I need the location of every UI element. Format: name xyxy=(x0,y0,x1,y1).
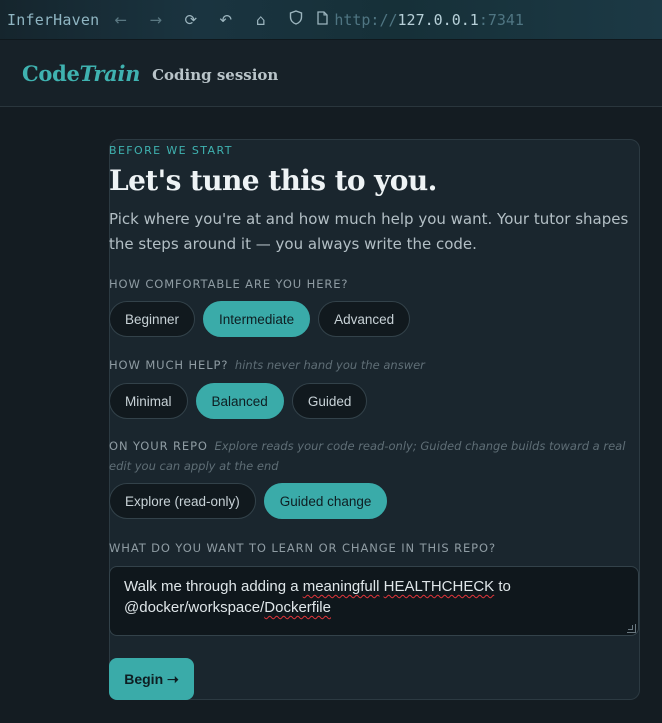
spellcheck-word: Dockerfile xyxy=(264,599,331,616)
intro-text: Pick where you're at and how much help y… xyxy=(109,210,629,253)
url-port: :7341 xyxy=(478,10,524,29)
comfort-label: HOW COMFORTABLE ARE YOU HERE? xyxy=(109,277,349,291)
page-icon xyxy=(317,10,328,29)
browser-toolbar: InferHaven ← → ⟳ ↶ ⌂ http://127.0.0.1:73… xyxy=(0,0,662,40)
url-host: 127.0.0.1 xyxy=(397,10,479,29)
comfort-options: Beginner Intermediate Advanced xyxy=(109,301,411,337)
option-balanced[interactable]: Balanced xyxy=(195,383,284,419)
spellcheck-word: HEALTHCHECK xyxy=(383,578,495,595)
eyebrow: BEFORE WE START xyxy=(109,144,233,157)
app-header: CodeTrain Coding session xyxy=(0,40,662,107)
help-options: Minimal Balanced Guided xyxy=(109,383,368,419)
option-minimal[interactable]: Minimal xyxy=(109,383,188,419)
browser-brand: InferHaven xyxy=(7,10,100,29)
logo-train: Train xyxy=(79,60,141,86)
undo-icon[interactable]: ↶ xyxy=(208,11,243,29)
option-beginner[interactable]: Beginner xyxy=(109,301,196,337)
goal-label: WHAT DO YOU WANT TO LEARN OR CHANGE IN T… xyxy=(109,541,496,555)
repo-label-text: ON YOUR REPO xyxy=(109,439,208,453)
option-guided[interactable]: Guided xyxy=(291,383,368,419)
codetrain-logo[interactable]: CodeTrain xyxy=(22,61,140,86)
begin-button[interactable]: Begin ➝ xyxy=(109,658,194,700)
option-explore[interactable]: Explore (read-only) xyxy=(109,483,256,519)
home-icon[interactable]: ⌂ xyxy=(243,11,278,29)
session-title: Coding session xyxy=(152,65,279,84)
reload-icon[interactable]: ⟳ xyxy=(173,11,208,29)
help-label-text: HOW MUCH HELP? xyxy=(109,358,229,372)
option-advanced[interactable]: Advanced xyxy=(318,301,411,337)
goal-text: Walk me through adding a meaningfull HEA… xyxy=(124,578,511,616)
repo-label: ON YOUR REPO Explore reads your code rea… xyxy=(109,436,637,476)
url-protocol: http:// xyxy=(334,10,398,29)
resize-handle[interactable] xyxy=(627,624,636,633)
shield-icon[interactable] xyxy=(278,10,313,29)
help-label: HOW MUCH HELP? hints never hand you the … xyxy=(109,358,425,372)
forward-icon[interactable]: → xyxy=(138,11,173,29)
repo-options: Explore (read-only) Guided change xyxy=(109,483,388,519)
help-hint: hints never hand you the answer xyxy=(234,358,425,372)
logo-code: Code xyxy=(22,60,80,86)
address-bar[interactable]: http://127.0.0.1:7341 xyxy=(317,11,524,29)
option-guided-change[interactable]: Guided change xyxy=(263,483,388,519)
goal-textarea[interactable]: Walk me through adding a meaningfull HEA… xyxy=(109,566,639,636)
back-icon[interactable]: ← xyxy=(103,11,138,29)
page-title: Let's tune this to you. xyxy=(109,164,437,197)
spellcheck-word: meaningfull xyxy=(302,578,380,595)
option-intermediate[interactable]: Intermediate xyxy=(203,301,311,337)
